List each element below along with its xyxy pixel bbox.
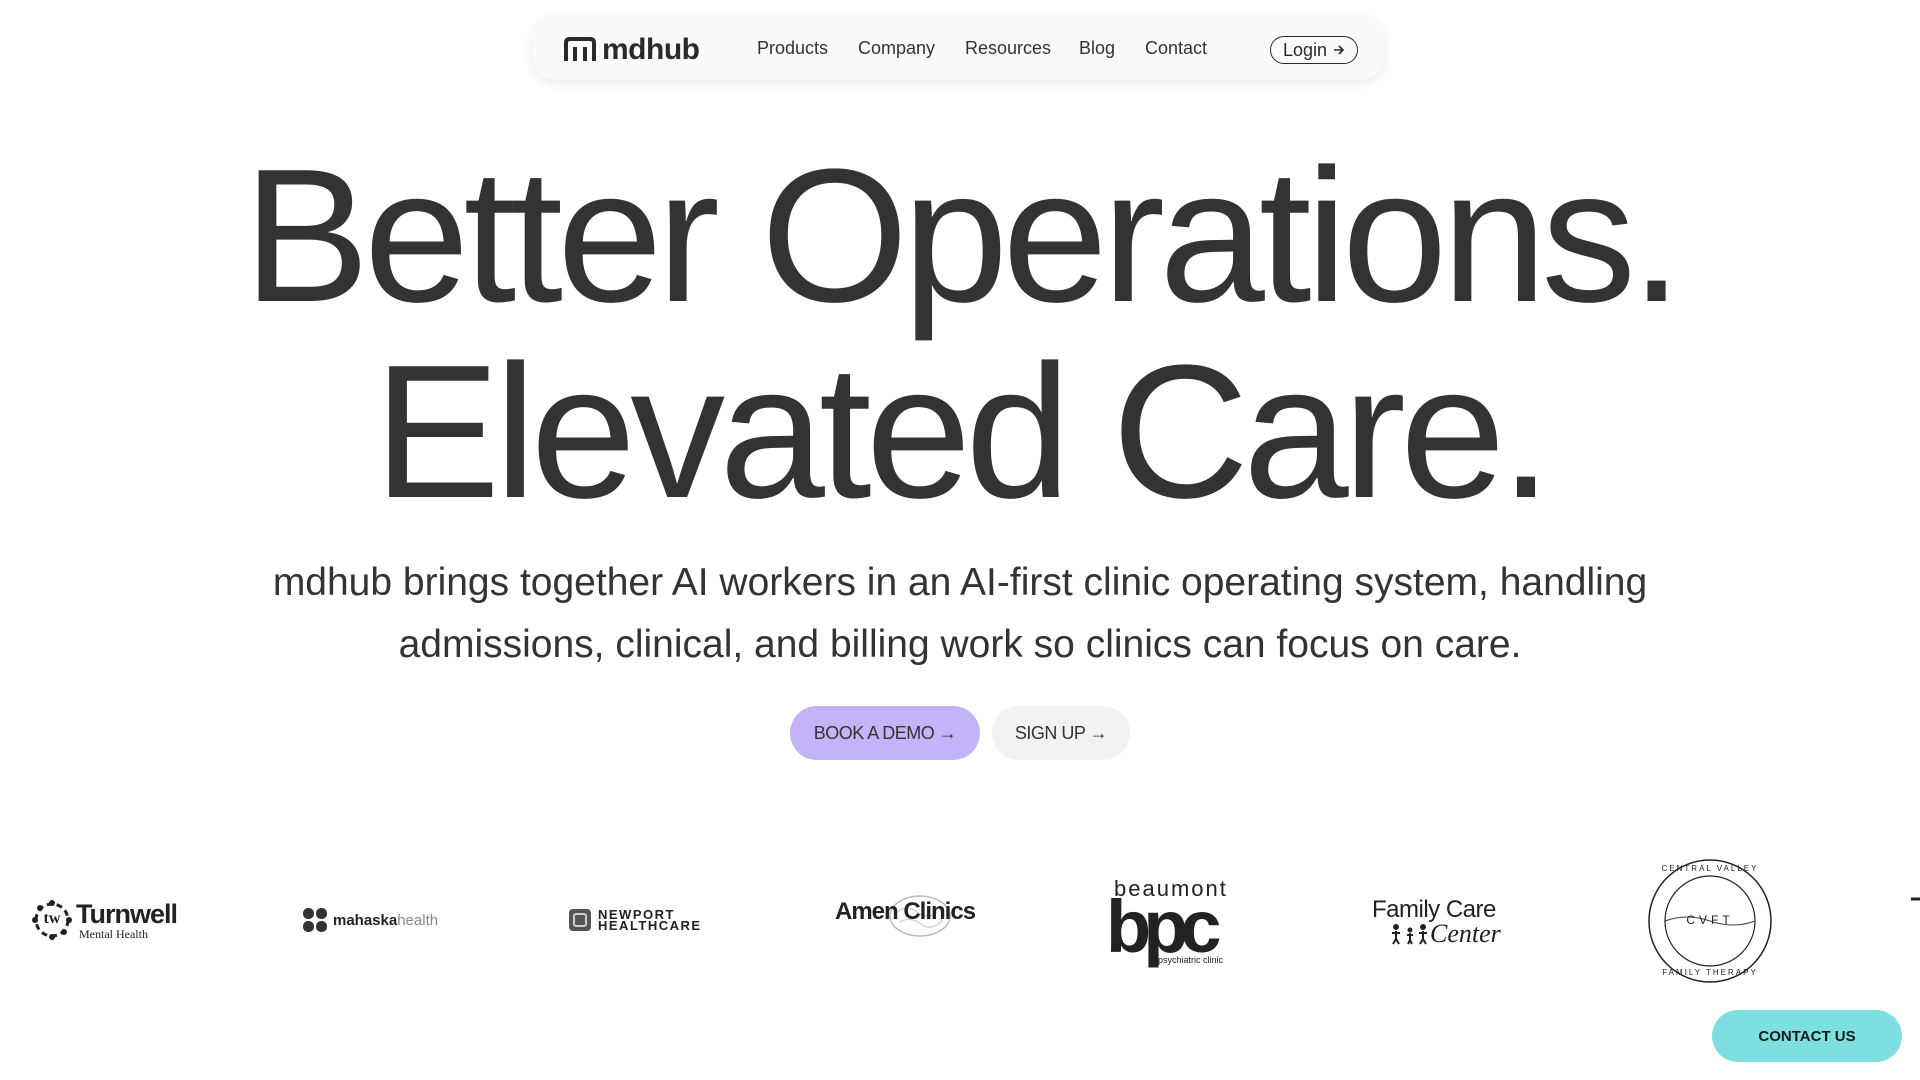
mahaska-flower-icon: [303, 908, 327, 932]
top-nav: mdhub Products Company Resources Blog Co…: [532, 14, 1384, 80]
client-logo-amen-clinics: Amen Clinics: [835, 895, 976, 937]
mahaska-name-bold: mahaska: [333, 911, 398, 929]
nav-item-company[interactable]: Company: [858, 38, 935, 59]
turnwell-sub: Mental Health: [79, 926, 148, 941]
beaumont-mark: bpc: [1106, 885, 1222, 968]
newport-line2: HEALTHCARE: [598, 918, 702, 933]
hero-headline-line2: Elevated Care.: [373, 326, 1553, 538]
brand-name: mdhub: [602, 33, 700, 66]
client-logo-newport: NEWPORT HEALTHCARE: [568, 908, 702, 932]
client-logo-partial: T: [1910, 890, 1920, 935]
hero-headline-line1: Better Operations.: [243, 130, 1683, 342]
partial-mark: T: [1910, 890, 1920, 935]
sign-up-button[interactable]: SIGN UP →: [992, 706, 1130, 760]
client-logo-cvft: CENTRAL VALLEY CVFT FAMILY THERAPY: [1647, 858, 1773, 984]
cvft-bottom: FAMILY THERAPY: [1662, 968, 1758, 977]
cvft-top: CENTRAL VALLEY: [1661, 864, 1759, 873]
client-logo-turnwell: tw Turnwell Mental Health: [32, 898, 178, 941]
amen-name: Amen Clinics: [835, 898, 976, 925]
newport-badge-icon: [569, 909, 591, 931]
client-logo-strip: tw Turnwell Mental Health mahaska health …: [0, 850, 1920, 990]
nav-item-contact[interactable]: Contact: [1145, 38, 1207, 59]
nav-item-products[interactable]: Products: [757, 38, 828, 59]
mdhub-logo-icon: [564, 37, 596, 61]
hero-headline: Better Operations. Elevated Care.: [0, 138, 1920, 530]
turnwell-wordmark: Turnwell Mental Health: [76, 898, 178, 941]
beaumont-sub: psychiatric clinic: [1158, 955, 1224, 965]
brand-logo[interactable]: mdhub: [564, 33, 700, 66]
login-button[interactable]: Login: [1270, 36, 1359, 64]
mahaska-name-light: health: [397, 911, 439, 929]
family-line2: Center: [1430, 919, 1501, 948]
family-line2-row: Center: [1372, 919, 1501, 948]
client-logo-beaumont: beaumont bpc psychiatric clinic: [1106, 878, 1228, 966]
client-logo-family-care: Family Care Center: [1372, 898, 1501, 948]
book-demo-button[interactable]: BOOK A DEMO →: [790, 706, 980, 760]
nav-item-resources[interactable]: Resources: [965, 38, 1051, 59]
cvft-badge: CENTRAL VALLEY CVFT FAMILY THERAPY: [1647, 858, 1773, 984]
turnwell-name: Turnwell: [76, 898, 178, 929]
hero-subtext: mdhub brings together AI workers in an A…: [272, 561, 1648, 666]
family-figures-icon: [1392, 924, 1427, 945]
nav-item-blog[interactable]: Blog: [1079, 38, 1115, 59]
client-logo-mahaska: mahaska health: [302, 907, 438, 933]
login-label: Login: [1283, 39, 1328, 60]
turnwell-mark-icon: tw: [32, 900, 72, 940]
amen-wordmark: Amen Clinics: [835, 895, 976, 937]
turnwell-mark-text: tw: [43, 910, 61, 927]
newport-wordmark: NEWPORT HEALTHCARE: [598, 908, 702, 933]
cvft-mark: CVFT: [1686, 913, 1734, 927]
contact-us-button[interactable]: CONTACT US: [1712, 1010, 1902, 1062]
arrow-right-icon: [1334, 45, 1345, 55]
